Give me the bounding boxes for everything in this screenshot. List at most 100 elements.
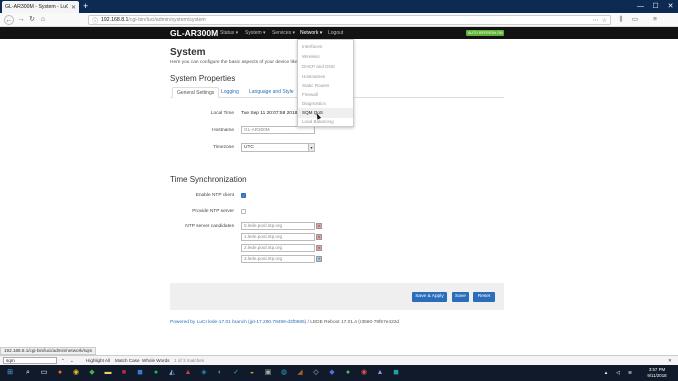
minimize-button[interactable]: — <box>633 0 648 13</box>
app-icon[interactable]: ◆ <box>86 367 98 379</box>
local-time-value: Tue Sep 11 20:07:58 2018 <box>241 111 298 116</box>
menu-services[interactable]: Services ▾ <box>272 29 295 37</box>
app-icon[interactable]: ◭ <box>166 367 178 379</box>
enable-ntp-checkbox[interactable]: ✓ <box>241 193 246 198</box>
file-explorer-icon[interactable]: ▬ <box>102 367 114 379</box>
app-icon[interactable]: ◍ <box>278 367 290 379</box>
remove-server-icon[interactable]: × <box>316 223 322 229</box>
spotify-icon[interactable]: ● <box>150 367 162 379</box>
find-prev-icon[interactable]: ⌃ <box>61 357 65 365</box>
close-window-button[interactable]: ✕ <box>663 0 678 13</box>
chevron-down-icon: ▾ <box>308 144 314 151</box>
highlight-all-toggle[interactable]: Highlight All <box>86 357 110 365</box>
save-button[interactable]: Save <box>452 292 469 302</box>
ntp-server-input-2[interactable]: 2.lede.pool.ntp.org <box>241 244 315 252</box>
ntp-server-input-3[interactable]: 3.lede.pool.ntp.org <box>241 255 315 263</box>
menu-system[interactable]: System ▾ <box>245 29 266 37</box>
app-icon[interactable]: ◼ <box>390 367 402 379</box>
menu-network[interactable]: Network ▾ <box>300 29 322 37</box>
page-description: Here you can configure the basic aspects… <box>170 60 304 65</box>
maximize-button[interactable]: ☐ <box>648 0 663 13</box>
sidebar-icon[interactable]: ▭ <box>630 15 640 25</box>
tab-general-settings[interactable]: General Settings <box>172 87 220 98</box>
find-next-icon[interactable]: ⌄ <box>70 357 74 365</box>
section-title-time-sync: Time Synchronization <box>170 175 247 184</box>
ntp-server-input-1[interactable]: 1.lede.pool.ntp.org <box>241 233 315 241</box>
menu-item-dhcp-dns[interactable]: DHCP and DNS <box>298 62 353 72</box>
match-case-toggle[interactable]: Match Case <box>115 357 140 365</box>
menu-item-wireless[interactable]: Wireless <box>298 52 353 62</box>
timezone-value: UTC <box>244 145 254 150</box>
app-icon[interactable]: ▲ <box>374 367 386 379</box>
wifi-tray-icon[interactable]: ≋ <box>624 367 636 379</box>
auto-refresh-badge[interactable]: AUTO REFRESH ON <box>466 30 505 36</box>
remove-server-icon[interactable]: × <box>316 234 322 240</box>
taskbar-clock[interactable]: 3:57 PM 9/11/2018 <box>638 367 676 379</box>
app-icon[interactable]: ◉ <box>358 367 370 379</box>
app-icon[interactable]: ▲ <box>182 367 194 379</box>
forward-icon[interactable]: → <box>16 15 26 25</box>
app-icon[interactable]: ■ <box>118 367 130 379</box>
add-server-icon[interactable]: + <box>316 256 322 262</box>
hostname-input[interactable]: GL-AR300M <box>241 126 315 134</box>
app-icon[interactable]: ◇ <box>310 367 322 379</box>
page-title: System <box>170 47 206 58</box>
url-bar[interactable]: ⓘ 192.168.8.1/cgi-bin/luci/admin/system/… <box>88 15 611 25</box>
app-icon[interactable]: ◒ <box>246 367 258 379</box>
info-icon[interactable]: ⓘ <box>92 16 98 25</box>
find-input[interactable]: sqm <box>3 357 57 364</box>
whole-words-toggle[interactable]: Whole Words <box>142 357 170 365</box>
find-match-count: 1 of 3 matches <box>174 358 205 363</box>
browser-nav-bar: ← → ↻ ⌂ ⓘ 192.168.8.1/cgi-bin/luci/admin… <box>0 13 678 27</box>
network-tray-icon[interactable]: ▴ <box>600 367 612 379</box>
firefox-icon[interactable]: ● <box>54 367 66 379</box>
close-tab-icon[interactable]: ✕ <box>71 4 76 11</box>
bookmark-star-icon[interactable]: ☆ <box>602 17 607 24</box>
back-icon[interactable]: ← <box>4 15 14 25</box>
provide-ntp-label: Provide NTP server <box>192 209 234 214</box>
volume-tray-icon[interactable]: ◁ <box>612 367 624 379</box>
app-icon[interactable]: ◼ <box>134 367 146 379</box>
tab-language-and-style[interactable]: Language and Style <box>245 87 297 98</box>
task-view-icon[interactable]: ▭ <box>38 367 50 379</box>
timezone-select[interactable]: UTC ▾ <box>241 143 315 152</box>
app-icon[interactable]: ✓ <box>230 367 242 379</box>
new-tab-button[interactable]: + <box>83 1 88 12</box>
tab-logging[interactable]: Logging <box>217 87 243 98</box>
app-icon[interactable]: ◈ <box>198 367 210 379</box>
provide-ntp-checkbox[interactable] <box>241 209 246 214</box>
url-host: 192.168.8.1 <box>101 17 129 23</box>
app-icon[interactable]: ◆ <box>326 367 338 379</box>
menu-icon[interactable]: ≡ <box>650 15 660 25</box>
close-find-icon[interactable]: ✕ <box>668 357 672 365</box>
brand-title[interactable]: GL-AR300M <box>170 28 218 38</box>
app-icon[interactable]: ● <box>342 367 354 379</box>
local-time-label: Local Time <box>210 111 234 116</box>
search-icon[interactable]: ⌕ <box>22 367 34 379</box>
footer: Powered by LuCI lede-17.01 branch (git-1… <box>170 320 399 325</box>
luci-header: GL-AR300M Status ▾ System ▾ Services ▾ N… <box>0 27 678 39</box>
save-apply-button[interactable]: Save & Apply <box>412 292 447 302</box>
browser-tab[interactable]: GL-AR300M - System - LuCI ✕ <box>2 1 79 13</box>
menu-status[interactable]: Status ▾ <box>220 29 238 37</box>
chrome-icon[interactable]: ◉ <box>70 367 82 379</box>
menu-item-load-balancing[interactable]: Load Balancing <box>298 117 353 127</box>
app-icon[interactable]: ▣ <box>262 367 274 379</box>
home-icon[interactable]: ⌂ <box>38 15 48 25</box>
reset-button[interactable]: Reset <box>473 292 495 302</box>
app-icon[interactable]: ◐ <box>214 367 226 379</box>
ntp-server-input-0[interactable]: 0.lede.pool.ntp.org <box>241 222 315 230</box>
footer-luci-link[interactable]: Powered by LuCI lede-17.01 branch (git-1… <box>170 320 306 325</box>
menu-item-interfaces[interactable]: Interfaces <box>298 42 353 52</box>
windows-start-icon[interactable]: ⊞ <box>4 367 16 379</box>
section-title-system-properties: System Properties <box>170 74 236 83</box>
enable-ntp-label: Enable NTP client <box>195 193 234 198</box>
reload-icon[interactable]: ↻ <box>27 15 37 25</box>
remove-server-icon[interactable]: × <box>316 245 322 251</box>
page-actions-icon[interactable]: ⋯ <box>593 17 599 24</box>
clock-date: 9/11/2018 <box>647 373 667 378</box>
timezone-label: Timezone <box>213 145 234 150</box>
library-icon[interactable]: ⫼ <box>616 15 626 25</box>
menu-logout[interactable]: Logout <box>328 29 343 37</box>
app-icon[interactable]: ◢ <box>294 367 306 379</box>
